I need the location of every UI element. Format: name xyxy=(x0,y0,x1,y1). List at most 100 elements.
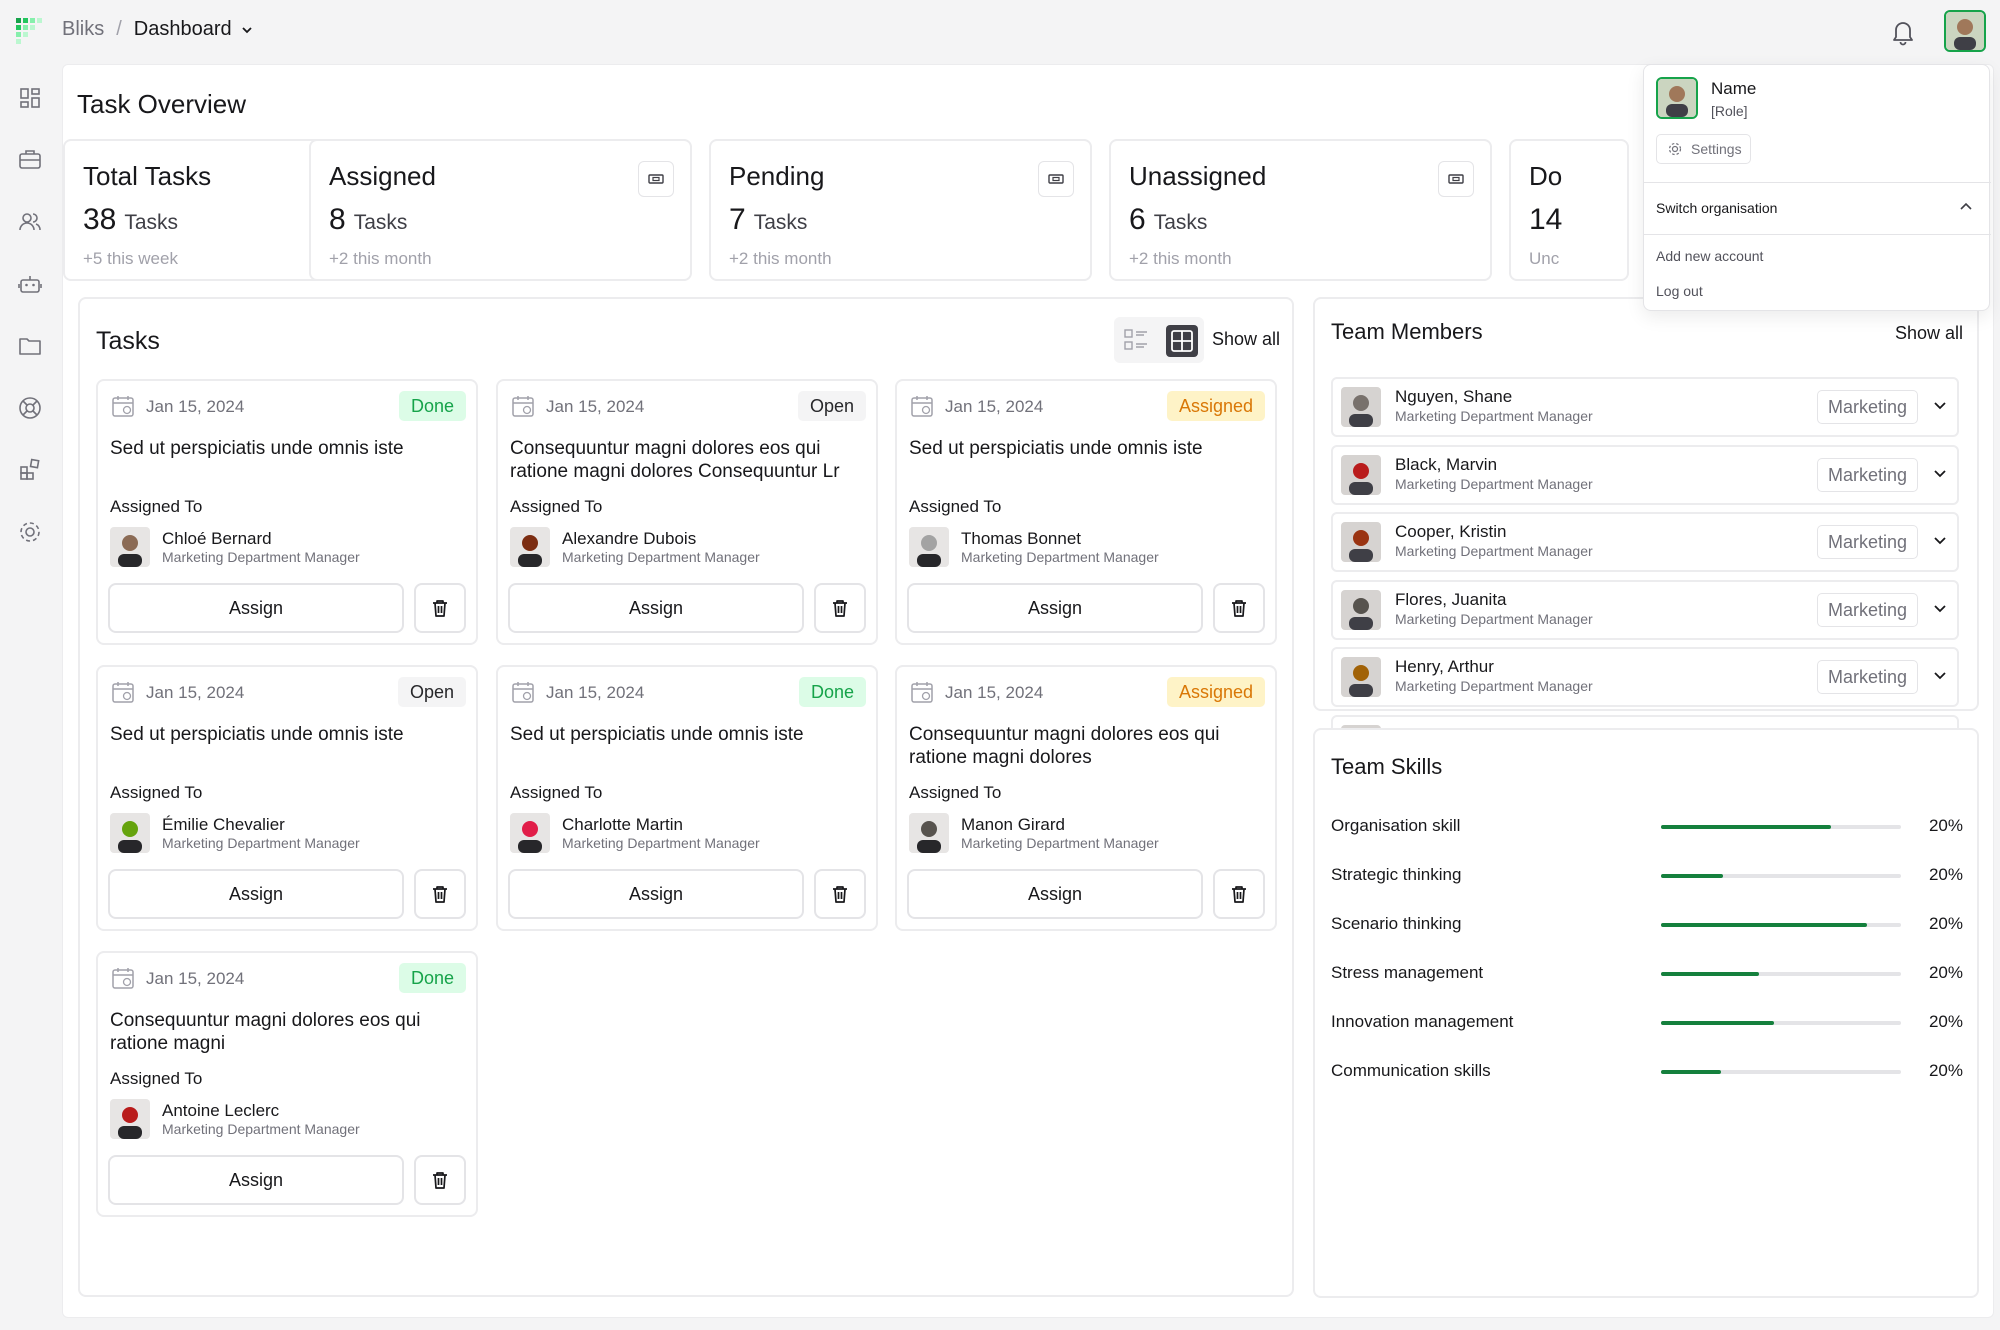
robot-icon[interactable] xyxy=(16,270,44,298)
tasks-show-all[interactable]: Show all xyxy=(1212,329,1280,350)
member-role: Marketing Department Manager xyxy=(1395,610,1593,627)
logout-item[interactable]: Log out xyxy=(1656,283,1703,299)
task-title: Consequuntur magni dolores eos qui ratio… xyxy=(110,1010,421,1054)
grid-view-icon[interactable] xyxy=(1166,325,1198,357)
assignee-name: Émilie Chevalier xyxy=(162,815,285,834)
bell-icon[interactable] xyxy=(1888,17,1918,47)
breadcrumb-current[interactable]: Dashboard xyxy=(134,18,254,41)
breadcrumb-current-label: Dashboard xyxy=(133,18,232,40)
assignee-name: Antoine Leclerc xyxy=(162,1101,280,1120)
department-select[interactable]: Marketing xyxy=(1817,525,1919,559)
settings-icon[interactable] xyxy=(16,518,44,546)
task-card[interactable]: Jan 15, 2024 Assigned Consequuntur magni… xyxy=(895,665,1277,931)
assign-button[interactable]: Assign xyxy=(508,869,804,919)
tasks-title: Tasks xyxy=(96,327,160,355)
member-role: Marketing Department Manager xyxy=(1395,543,1593,559)
stat-title: Do xyxy=(1529,161,1563,191)
task-card[interactable]: Jan 15, 2024 Open Sed ut perspiciatis un… xyxy=(96,665,478,931)
assigned-to-label: Assigned To xyxy=(510,783,603,802)
stat-card-assigned: Assigned 8 Tasks +2 this month xyxy=(309,139,692,281)
stat-sub: +2 this month xyxy=(329,249,432,268)
dashboard-icon[interactable] xyxy=(16,84,44,112)
team-member-row[interactable]: Henry, Arthur Marketing Department Manag… xyxy=(1331,647,1959,707)
team-member-row[interactable]: Nguyen, Shane Marketing Department Manag… xyxy=(1331,377,1959,437)
delete-button[interactable] xyxy=(414,869,466,919)
user-avatar[interactable] xyxy=(1944,10,1986,52)
briefcase-icon[interactable] xyxy=(16,146,44,174)
widgets-icon[interactable] xyxy=(16,456,44,484)
help-icon[interactable] xyxy=(16,394,44,422)
member-role: Marketing Department Manager xyxy=(1395,408,1593,424)
stat-title: Total Tasks xyxy=(83,161,212,191)
delete-button[interactable] xyxy=(1213,583,1265,633)
avatar xyxy=(110,1099,150,1139)
assign-button[interactable]: Assign xyxy=(907,583,1203,633)
skill-progress-fill xyxy=(1661,825,1832,829)
trash-icon xyxy=(833,886,847,903)
list-view-icon[interactable] xyxy=(1122,326,1150,354)
team-skills-panel: Team Skills Organisation skill 20% Strat… xyxy=(1313,728,1979,1298)
sidebar xyxy=(0,64,62,1330)
chevron-down-icon[interactable] xyxy=(1929,463,1951,485)
logo-icon[interactable] xyxy=(16,18,42,44)
skill-row: Organisation skill 20% xyxy=(1331,812,1963,842)
stat-sub: Unc xyxy=(1529,249,1560,268)
assignee-role: Marketing Department Manager xyxy=(961,835,1159,851)
task-title: Sed ut perspiciatis unde omnis iste xyxy=(110,724,404,745)
stat-value: 6 Tasks xyxy=(1129,203,1208,236)
delete-button[interactable] xyxy=(814,869,866,919)
department-select[interactable]: Marketing xyxy=(1817,457,1919,492)
delete-button[interactable] xyxy=(414,583,466,633)
member-role: Marketing Department Manager xyxy=(1395,678,1593,694)
assignee-role: Marketing Department Manager xyxy=(162,1121,360,1137)
skill-percent: 20% xyxy=(1928,1012,1963,1031)
delete-button[interactable] xyxy=(414,1155,466,1205)
assign-button[interactable]: Assign xyxy=(907,869,1203,919)
avatar xyxy=(909,527,949,567)
assign-button[interactable]: Assign xyxy=(108,869,404,919)
avatar xyxy=(1341,522,1381,562)
chevron-down-icon[interactable] xyxy=(1929,395,1951,417)
task-card[interactable]: Jan 15, 2024 Open Consequuntur magni dol… xyxy=(496,379,878,645)
team-show-all[interactable]: Show all xyxy=(1895,323,1963,344)
team-member-row[interactable]: Cooper, Kristin Marketing Department Man… xyxy=(1331,512,1959,572)
assigned-to-label: Assigned To xyxy=(110,783,203,802)
assign-button[interactable]: Assign xyxy=(108,1155,404,1205)
chevron-up-icon[interactable] xyxy=(1957,198,1975,216)
member-name: Henry, Arthur xyxy=(1395,657,1494,676)
dropdown-user-role: [Role] xyxy=(1711,103,1748,119)
delete-button[interactable] xyxy=(1213,869,1265,919)
chevron-down-icon xyxy=(242,26,252,33)
assign-button[interactable]: Assign xyxy=(508,583,804,633)
ticket-icon xyxy=(1038,161,1074,197)
chevron-down-icon[interactable] xyxy=(1929,598,1951,620)
task-card[interactable]: Jan 15, 2024 Done Consequuntur magni dol… xyxy=(96,951,478,1217)
skill-name: Innovation management xyxy=(1331,1012,1514,1031)
team-members-title: Team Members xyxy=(1331,319,1483,344)
chevron-down-icon[interactable] xyxy=(1929,530,1951,552)
assign-button[interactable]: Assign xyxy=(108,583,404,633)
folder-icon[interactable] xyxy=(16,332,44,360)
chevron-down-icon[interactable] xyxy=(1929,665,1951,687)
page-title: Task Overview xyxy=(77,89,247,119)
add-account-item[interactable]: Add new account xyxy=(1656,248,1763,264)
users-icon[interactable] xyxy=(16,208,44,236)
assignee-name: Chloé Bernard xyxy=(162,529,272,548)
switch-organisation[interactable]: Switch organisation xyxy=(1656,200,1777,216)
department-select[interactable]: Marketing xyxy=(1817,390,1919,424)
status-badge: Assigned xyxy=(1166,677,1265,707)
task-card[interactable]: Jan 15, 2024 Done Sed ut perspiciatis un… xyxy=(96,379,478,645)
delete-button[interactable] xyxy=(814,583,866,633)
task-title: Sed ut perspiciatis unde omnis iste xyxy=(110,438,404,459)
avatar xyxy=(510,527,550,567)
task-card[interactable]: Jan 15, 2024 Done Sed ut perspiciatis un… xyxy=(496,665,878,931)
task-card[interactable]: Jan 15, 2024 Assigned Sed ut perspiciati… xyxy=(895,379,1277,645)
skill-name: Stress management xyxy=(1331,963,1484,982)
settings-button[interactable]: Settings xyxy=(1656,134,1751,164)
assignee-role: Marketing Department Manager xyxy=(162,549,360,565)
team-member-row[interactable]: Flores, Juanita Marketing Department Man… xyxy=(1331,579,1959,640)
department-select[interactable]: Marketing xyxy=(1817,660,1919,694)
breadcrumb-root[interactable]: Bliks xyxy=(62,18,104,41)
team-member-row[interactable]: Black, Marvin Marketing Department Manag… xyxy=(1331,444,1959,505)
department-select[interactable]: Marketing xyxy=(1817,592,1919,627)
